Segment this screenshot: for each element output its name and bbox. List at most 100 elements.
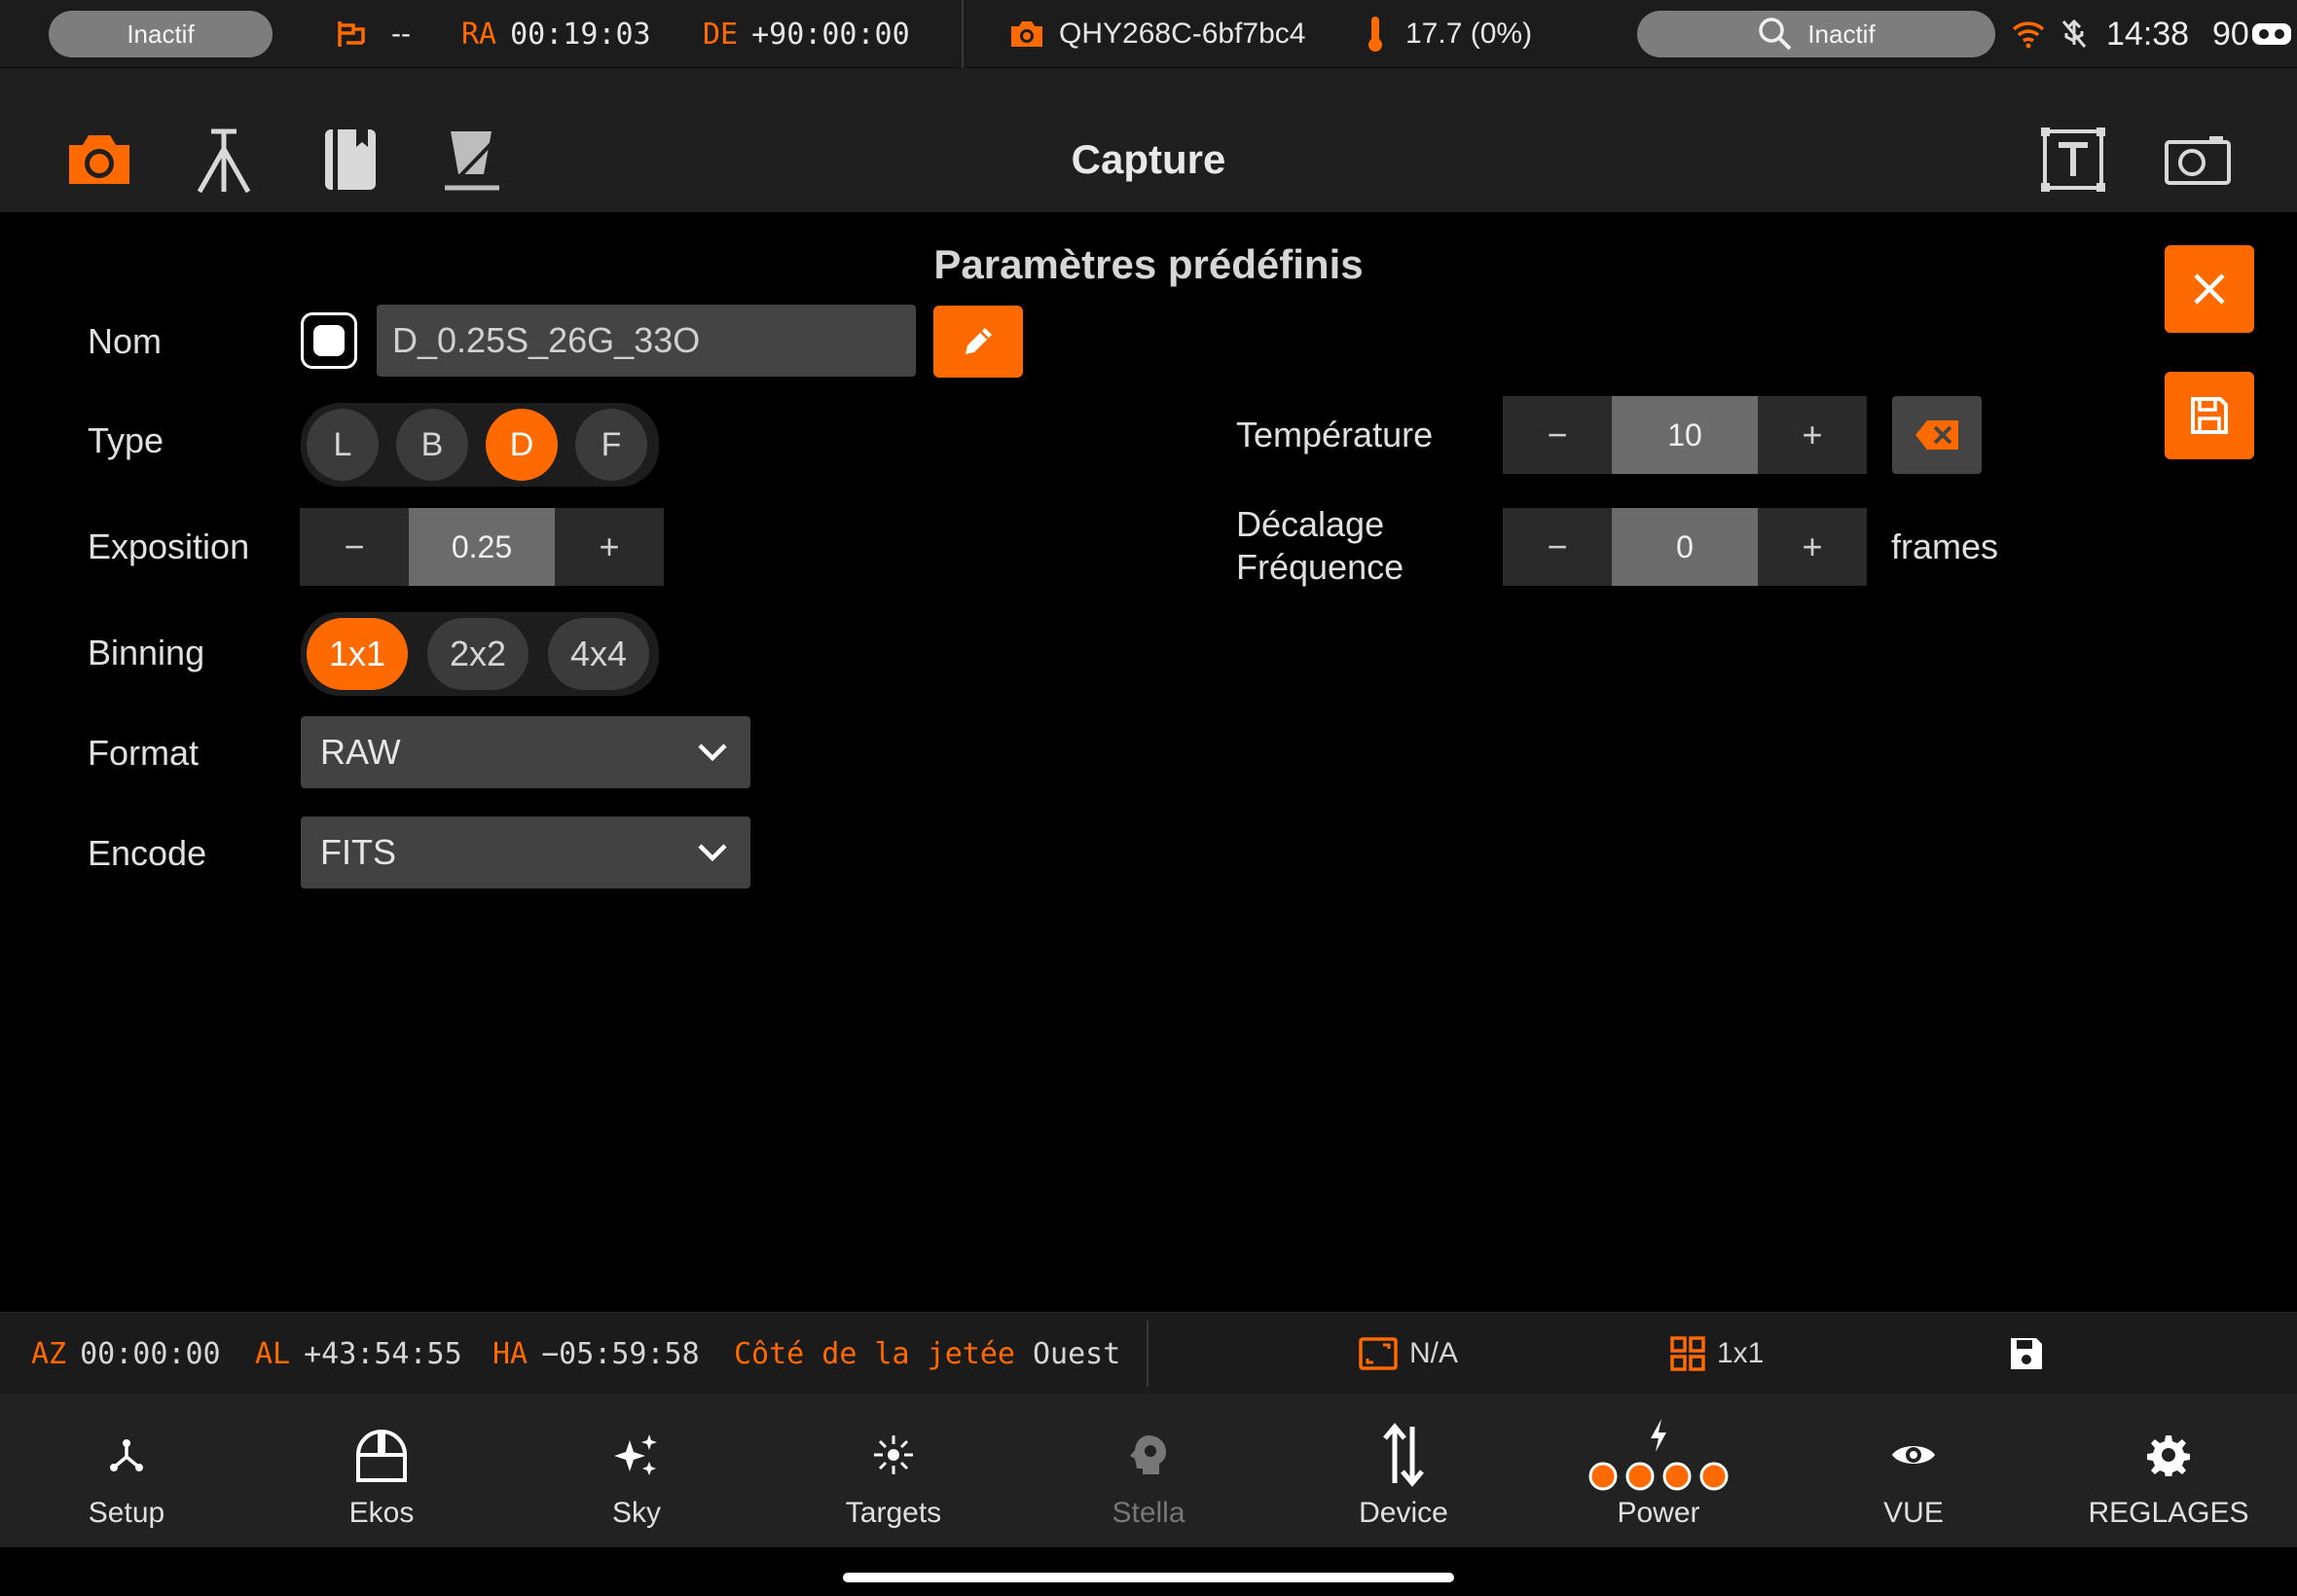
ra-readout: RA 00:19:03 [461, 0, 651, 68]
binning-option-2x2[interactable]: 2x2 [427, 618, 529, 690]
temperature-value[interactable]: 10 [1612, 396, 1758, 474]
exposure-value[interactable]: 0.25 [409, 508, 555, 586]
tab-vue-label: VUE [1883, 1497, 1944, 1529]
encode-dropdown[interactable]: FITS [301, 816, 750, 889]
offset-value[interactable]: 0 [1612, 508, 1758, 586]
ha-label: HA [492, 1336, 529, 1371]
observatory-icon [356, 1430, 407, 1482]
mount-park-icon [338, 21, 365, 47]
temperature-increment[interactable]: + [1758, 396, 1867, 474]
type-option-l[interactable]: L [307, 409, 379, 481]
tab-stella[interactable]: Stella [1051, 1394, 1246, 1547]
ra-label: RA [461, 17, 497, 52]
tab-reglages[interactable]: REGLAGES [2071, 1394, 2266, 1547]
de-label: DE [703, 17, 739, 52]
ra-value: 00:19:03 [510, 17, 651, 52]
offset-increment[interactable]: + [1758, 508, 1867, 586]
tab-setup[interactable]: Setup [29, 1394, 224, 1547]
tab-sky[interactable]: Sky [539, 1394, 734, 1547]
tab-setup-label: Setup [88, 1497, 165, 1529]
mount-status: -- [335, 0, 411, 68]
temperature-decrement[interactable]: − [1503, 396, 1612, 474]
exposure-decrement[interactable]: − [300, 508, 409, 586]
live-view-button[interactable] [2161, 123, 2235, 197]
storage-button[interactable] [2009, 1313, 2044, 1395]
format-value: RAW [320, 732, 401, 772]
camera-icon [1011, 21, 1042, 47]
eye-icon [1892, 1446, 1935, 1464]
tab-power[interactable]: Power [1561, 1394, 1756, 1547]
name-label: Nom [88, 321, 163, 361]
info-divider [1147, 1321, 1148, 1387]
status-pill-left[interactable]: Inactif [49, 11, 273, 57]
camera-outline-icon [2165, 136, 2231, 185]
name-value: D_0.25S_26G_33O [392, 320, 701, 360]
tab-device-label: Device [1359, 1497, 1448, 1529]
tab-sky-label: Sky [611, 1497, 661, 1529]
az-readout: AZ 00:00:00 [31, 1313, 221, 1395]
tab-targets[interactable]: Targets [796, 1394, 991, 1547]
arrows-up-down-icon [1383, 1423, 1424, 1487]
name-checkbox[interactable] [301, 312, 357, 369]
tab-ekos[interactable]: Ekos [284, 1394, 479, 1547]
binning-option-4x4[interactable]: 4x4 [548, 618, 649, 690]
chevron-down-icon [698, 744, 727, 762]
bin-readout[interactable]: 1x1 [1670, 1313, 1764, 1395]
headset-icon [2252, 23, 2291, 45]
name-field[interactable]: D_0.25S_26G_33O [377, 305, 916, 377]
type-option-d[interactable]: D [486, 409, 558, 481]
edit-name-button[interactable] [933, 306, 1023, 378]
binning-selector: 1x1 2x2 4x4 [301, 612, 659, 696]
tab-ekos-label: Ekos [348, 1497, 415, 1529]
usb-off-icon [2061, 18, 2087, 48]
al-value: +43:54:55 [304, 1336, 462, 1371]
gear-icon [2147, 1435, 2190, 1476]
exposure-label: Exposition [88, 526, 250, 566]
temperature-stepper: − 10 + [1503, 396, 1867, 474]
tab-targets-label: Targets [845, 1497, 942, 1529]
binning-option-1x1[interactable]: 1x1 [307, 618, 408, 690]
status-pill-right[interactable]: Inactif [1637, 11, 1995, 57]
tab-bar: Setup Ekos Sky Targets Stella Device Pow… [0, 1394, 2297, 1547]
pier-side-readout: Côté de la jetée Ouest [734, 1313, 1120, 1395]
info-bar: AZ 00:00:00 AL +43:54:55 HA −05:59:58 Cô… [0, 1312, 2297, 1394]
head-gear-icon [1130, 1435, 1166, 1474]
save-icon [2011, 1338, 2042, 1369]
format-dropdown[interactable]: RAW [301, 716, 750, 788]
close-button[interactable] [2165, 245, 2254, 333]
text-frame-icon [2041, 127, 2105, 192]
tab-power-label: Power [1617, 1497, 1700, 1529]
temperature-text: 17.7 (0%) [1405, 18, 1533, 50]
clear-temperature-button[interactable] [1892, 396, 1982, 474]
thermometer-icon [1368, 17, 1382, 52]
al-label: AL [255, 1336, 291, 1371]
save-button[interactable] [2165, 372, 2254, 459]
tab-stella-label: Stella [1112, 1497, 1185, 1529]
exposure-increment[interactable]: + [555, 508, 664, 586]
wifi-status [2011, 0, 2046, 68]
tab-vue[interactable]: VUE [1816, 1394, 2011, 1547]
al-readout: AL +43:54:55 [255, 1313, 462, 1395]
text-frame-button[interactable] [2036, 123, 2110, 197]
grid-icon [1670, 1336, 1705, 1371]
exposure-stepper: − 0.25 + [300, 508, 664, 586]
tab-device[interactable]: Device [1306, 1394, 1501, 1547]
format-label: Format [88, 733, 200, 773]
de-readout: DE +90:00:00 [703, 0, 910, 68]
az-value: 00:00:00 [80, 1336, 221, 1371]
frame-readout[interactable]: N/A [1359, 1313, 1458, 1395]
offset-stepper: − 0 + [1503, 508, 1867, 586]
pier-value: Ouest [1032, 1336, 1121, 1371]
chevron-down-icon [698, 844, 727, 862]
camera-name: QHY268C-6bf7bc4 [1059, 18, 1306, 50]
type-selector: L B D F [301, 403, 659, 487]
type-option-b[interactable]: B [396, 409, 468, 481]
type-option-f[interactable]: F [575, 409, 647, 481]
offset-decrement[interactable]: − [1503, 508, 1612, 586]
type-label: Type [88, 420, 164, 460]
encode-value: FITS [320, 832, 396, 872]
temperature-status: 17.7 (0%) [1365, 0, 1532, 68]
de-value: +90:00:00 [751, 17, 910, 52]
ha-readout: HA −05:59:58 [492, 1313, 700, 1395]
home-indicator[interactable] [843, 1573, 1454, 1582]
